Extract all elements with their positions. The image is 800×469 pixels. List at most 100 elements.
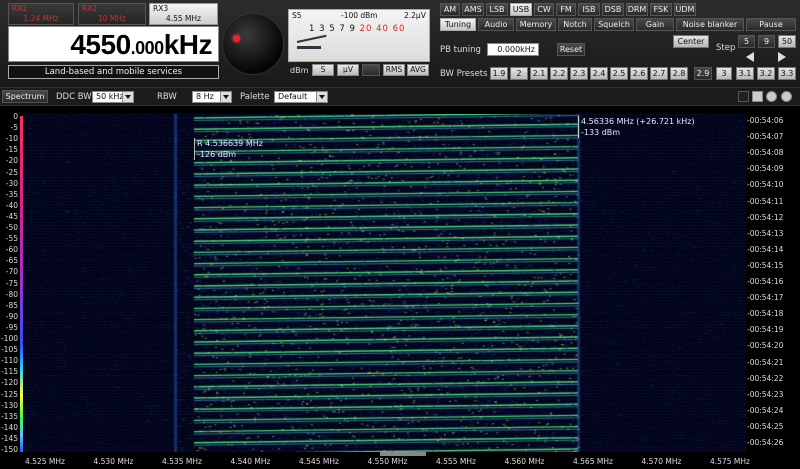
mode-udm-button[interactable]: UDM	[674, 3, 696, 16]
step-label: Step	[716, 43, 736, 53]
time-tick-label: -00:54:25	[747, 421, 784, 431]
bw-preset-button[interactable]: 3.2	[757, 67, 775, 80]
tab-noise-blanker[interactable]: Noise blanker	[676, 18, 744, 31]
pause-icon[interactable]	[738, 91, 749, 102]
rx-tab-2[interactable]: RX2 10 MHz	[78, 3, 146, 25]
frequency-tick-label: 4.540 MHz	[230, 457, 271, 466]
bw-preset-button[interactable]: 2.3	[570, 67, 588, 80]
frequency-tick-label: 4.565 MHz	[573, 457, 613, 466]
microvolt-button[interactable]: µV	[337, 64, 359, 76]
rbw-select[interactable]: 8 Hz	[192, 91, 232, 103]
rx-tab-1[interactable]: RX1 1.24 MHz	[8, 3, 74, 25]
tab-pause[interactable]: Pause	[746, 18, 796, 31]
mode-cw-button[interactable]: CW	[534, 3, 554, 16]
tab-audio[interactable]: Audio	[478, 18, 514, 31]
mode-ams-button[interactable]: AMS	[462, 3, 484, 16]
zoom-in-icon[interactable]	[766, 91, 777, 102]
frequency-scroll-thumb[interactable]	[380, 452, 426, 456]
bw-preset-button[interactable]: 2.7	[650, 67, 668, 80]
mode-isb-button[interactable]: ISB	[578, 3, 600, 16]
palette-label: Palette	[240, 92, 270, 102]
mode-dsb-button[interactable]: DSB	[602, 3, 624, 16]
time-tick-label: -00:54:15	[747, 260, 784, 270]
tuning-knob[interactable]	[222, 13, 284, 75]
db-tick-label: -75	[5, 278, 18, 288]
s-units-button[interactable]: S	[312, 64, 334, 76]
step-5-button[interactable]: 5	[738, 35, 755, 48]
rx-tab-3[interactable]: RX3 4.55 MHz	[149, 3, 218, 25]
bw-preset-button[interactable]: 2.2	[550, 67, 568, 80]
bw-preset-button[interactable]: 3.1	[736, 67, 754, 80]
bw-preset-button[interactable]: 2.4	[590, 67, 608, 80]
mode-drm-button[interactable]: DRM	[626, 3, 648, 16]
time-tick-label: -00:54:16	[747, 277, 784, 286]
time-tick-label: -00:54:09	[747, 164, 784, 174]
db-tick-label: -70	[5, 267, 18, 277]
tab-notch[interactable]: Notch	[558, 18, 592, 31]
mode-fm-button[interactable]: FM	[556, 3, 576, 16]
time-tick-label: -00:54:07	[747, 132, 784, 142]
step-right-arrow-icon[interactable]	[778, 52, 786, 62]
center-button[interactable]: Center	[673, 35, 709, 48]
time-tick-label: -00:54:23	[747, 389, 784, 399]
pb-reset-button[interactable]: Reset	[557, 43, 585, 56]
bw-preset-button[interactable]: 1.9	[490, 67, 508, 80]
blank-meter-button[interactable]	[362, 64, 380, 76]
pb-tuning-input[interactable]: 0.000kHz	[487, 43, 539, 56]
bw-preset-button[interactable]: 2.8	[670, 67, 688, 80]
db-tick-label: -40	[5, 200, 18, 210]
db-tick-label: -5	[10, 123, 18, 133]
frequency-main: 4550	[70, 29, 131, 60]
rx-tab-freq: 1.24 MHz	[23, 14, 59, 23]
palette-select[interactable]: Default	[274, 91, 328, 103]
bw-preset-button[interactable]: 3	[716, 67, 732, 80]
receiver-control-panel: RX1 1.24 MHz RX2 10 MHz RX3 4.55 MHz 455…	[0, 0, 800, 87]
mode-am-button[interactable]: AM	[440, 3, 460, 16]
waterfall-display[interactable]	[24, 114, 746, 452]
mode-lsb-button[interactable]: LSB	[486, 3, 508, 16]
avg-button[interactable]: AVG	[407, 64, 429, 76]
db-tick-label: -50	[5, 223, 18, 232]
bw-preset-button[interactable]: 2	[510, 67, 528, 80]
time-tick-label: -00:54:21	[747, 357, 784, 367]
frequency-tick-label: 4.535 MHz	[162, 457, 202, 466]
db-tick-label: -15	[5, 145, 18, 155]
bw-preset-button[interactable]: 2.5	[610, 67, 628, 80]
mode-usb-button[interactable]: USB	[510, 3, 532, 16]
spectrum-button[interactable]: Spectrum	[2, 90, 48, 103]
db-tick-label: -10	[5, 134, 18, 144]
time-tick-label: -00:54:24	[747, 405, 784, 415]
tab-memory[interactable]: Memory	[516, 18, 556, 31]
zoom-out-icon[interactable]	[781, 91, 792, 102]
db-tick-label: -30	[5, 178, 18, 188]
db-tick-label: -120	[0, 378, 18, 388]
level-color-bar	[20, 116, 23, 452]
s-meter-needle-icon	[296, 34, 327, 43]
frequency-scale[interactable]: 4.525 MHz 4.530 MHz 4.535 MHz 4.540 MHz 4.54…	[0, 452, 800, 469]
ddc-bw-select[interactable]: 50 kHz	[92, 91, 134, 103]
mode-fsk-button[interactable]: FSK	[650, 3, 672, 16]
rx-tab-freq: 10 MHz	[98, 14, 126, 23]
step-left-arrow-icon[interactable]	[746, 52, 754, 62]
bw-preset-button[interactable]: 2.1	[530, 67, 548, 80]
step-9-button[interactable]: 9	[758, 35, 775, 48]
db-tick-label: -90	[5, 311, 18, 321]
step-50-button[interactable]: 50	[778, 35, 796, 48]
db-tick-label: -100	[0, 334, 18, 343]
save-icon[interactable]	[752, 91, 763, 102]
bw-preset-button[interactable]: 3.3	[778, 67, 796, 80]
s-meter-uv-value: 2.2µV	[404, 11, 426, 20]
cursor-marker: 4.56336 MHz (+26.721 kHz) -133 dBm	[578, 116, 695, 138]
tab-tuning[interactable]: Tuning	[440, 18, 476, 31]
tab-squelch[interactable]: Squelch	[594, 18, 634, 31]
bw-preset-button[interactable]: 2.6	[630, 67, 648, 80]
tab-gain[interactable]: Gain	[636, 18, 674, 31]
frequency-display[interactable]: 4550.000kHz	[8, 26, 219, 62]
db-tick-label: -25	[5, 167, 18, 177]
time-tick-label: -00:54:12	[747, 212, 784, 222]
db-tick-label: -135	[0, 411, 18, 421]
rms-button[interactable]: RMS	[383, 64, 405, 76]
time-tick-label: -00:54:11	[747, 196, 784, 206]
bw-preset-button-active[interactable]: 2.9	[694, 67, 712, 80]
db-tick-label: -110	[0, 356, 18, 366]
